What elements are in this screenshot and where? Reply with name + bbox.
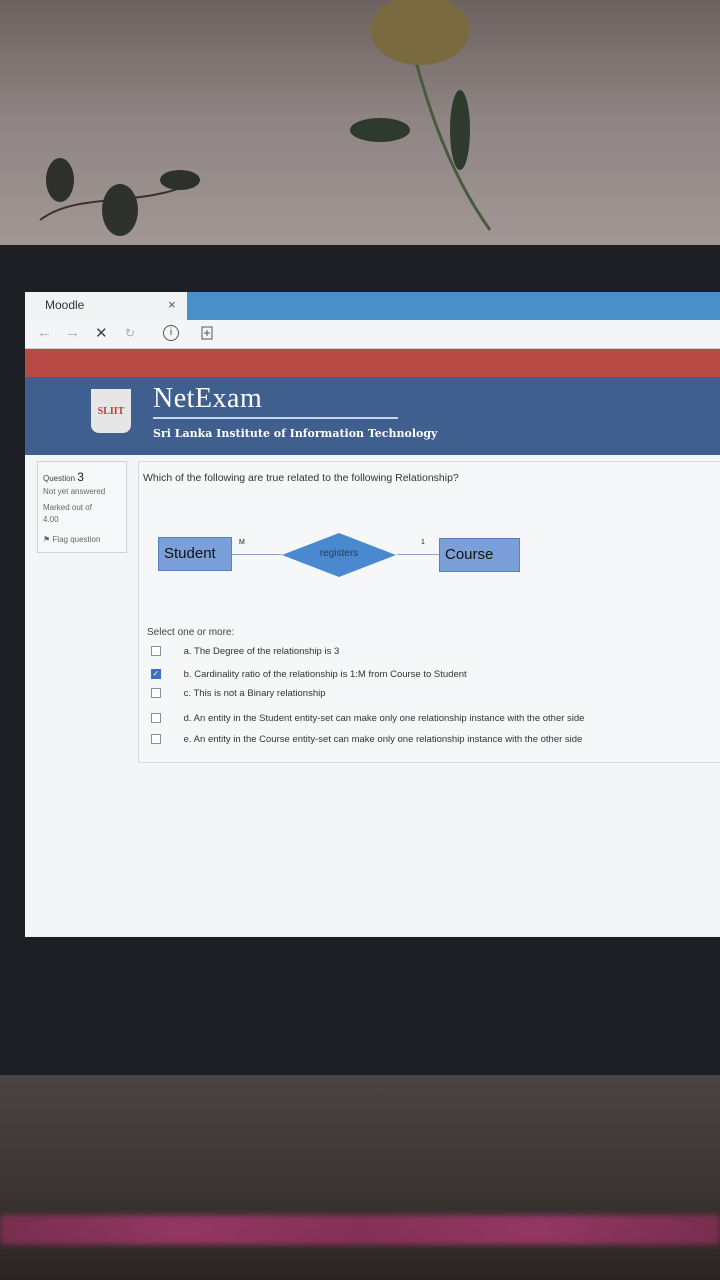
cardinality-left: M [239,539,245,546]
stop-icon[interactable]: ✕ [95,324,108,342]
top-red-band [25,349,720,377]
tab-title: Moodle [45,298,85,312]
keyboard-backlight [0,1215,720,1245]
keyboard-area [0,1075,720,1280]
option-c[interactable]: c. This is not a Binary relationship [151,688,326,699]
brand-title: NetExam [153,383,263,414]
option-d-label: d. An entity in the Student entity-set c… [183,713,585,724]
entity-student: Student [158,537,232,571]
tab-bar: Moodle × [25,292,720,320]
address-bar: ← → ✕ ↻ i [25,320,720,349]
select-instruction: Select one or more: [147,627,235,638]
close-tab-icon[interactable]: × [168,292,176,318]
question-label: Question [43,474,76,483]
option-b[interactable]: ✓ b. Cardinality ratio of the relationsh… [151,669,467,680]
new-tab-area[interactable] [187,292,720,320]
brand-subtitle: Sri Lanka Institute of Information Techn… [153,427,438,440]
option-d[interactable]: d. An entity in the Student entity-set c… [151,713,584,724]
tab-moodle[interactable]: Moodle × [25,292,187,320]
page-icon[interactable] [201,326,213,340]
option-b-label: b. Cardinality ratio of the relationship… [183,669,467,680]
entity-course: Course [439,538,520,572]
question-text: Which of the following are true related … [143,472,459,484]
option-e[interactable]: e. An entity in the Course entity-set ca… [151,734,582,745]
forward-arrow-icon[interactable]: → [65,324,80,341]
reload-icon[interactable]: ↻ [125,326,135,340]
relationship-label: registers [319,548,359,559]
question-number: Question 3 [43,468,121,486]
question-status: Not yet answered [43,487,106,496]
connector-left [232,554,282,555]
option-b-checkbox[interactable]: ✓ [151,669,161,680]
quiz-content: Question 3 Not yet answered Marked out o… [25,455,720,935]
cardinality-right: 1 [421,539,425,546]
option-a[interactable]: a. The Degree of the relationship is 3 [151,646,339,657]
flag-label: Flag question [52,535,101,544]
brand-divider [153,417,398,419]
flag-question-link[interactable]: ⚑ Flag question [43,534,121,546]
question-area: Which of the following are true related … [138,461,720,763]
option-e-label: e. An entity in the Course entity-set ca… [183,734,583,745]
option-a-label: a. The Degree of the relationship is 3 [183,646,340,657]
option-c-label: c. This is not a Binary relationship [183,688,326,699]
option-a-checkbox[interactable] [151,646,161,657]
site-info-icon[interactable]: i [163,325,179,341]
sliit-logo: SLIIT [91,389,131,433]
option-d-checkbox[interactable] [151,713,161,724]
question-number-value: 3 [77,470,84,484]
back-arrow-icon[interactable]: ← [37,324,52,341]
connector-right [397,554,439,555]
netexam-header: SLIIT NetExam Sri Lanka Institute of Inf… [25,377,720,455]
question-info-box: Question 3 Not yet answered Marked out o… [37,461,127,553]
option-c-checkbox[interactable] [151,688,161,699]
browser-window: Moodle × ← → ✕ ↻ i SLIIT NetExam Sri Lan… [25,292,720,937]
option-e-checkbox[interactable] [151,734,161,745]
plant-decoration [39,0,492,236]
marked-label: Marked out of [43,503,92,512]
max-mark: 4.00 [43,515,59,524]
flag-icon: ⚑ [43,535,51,544]
